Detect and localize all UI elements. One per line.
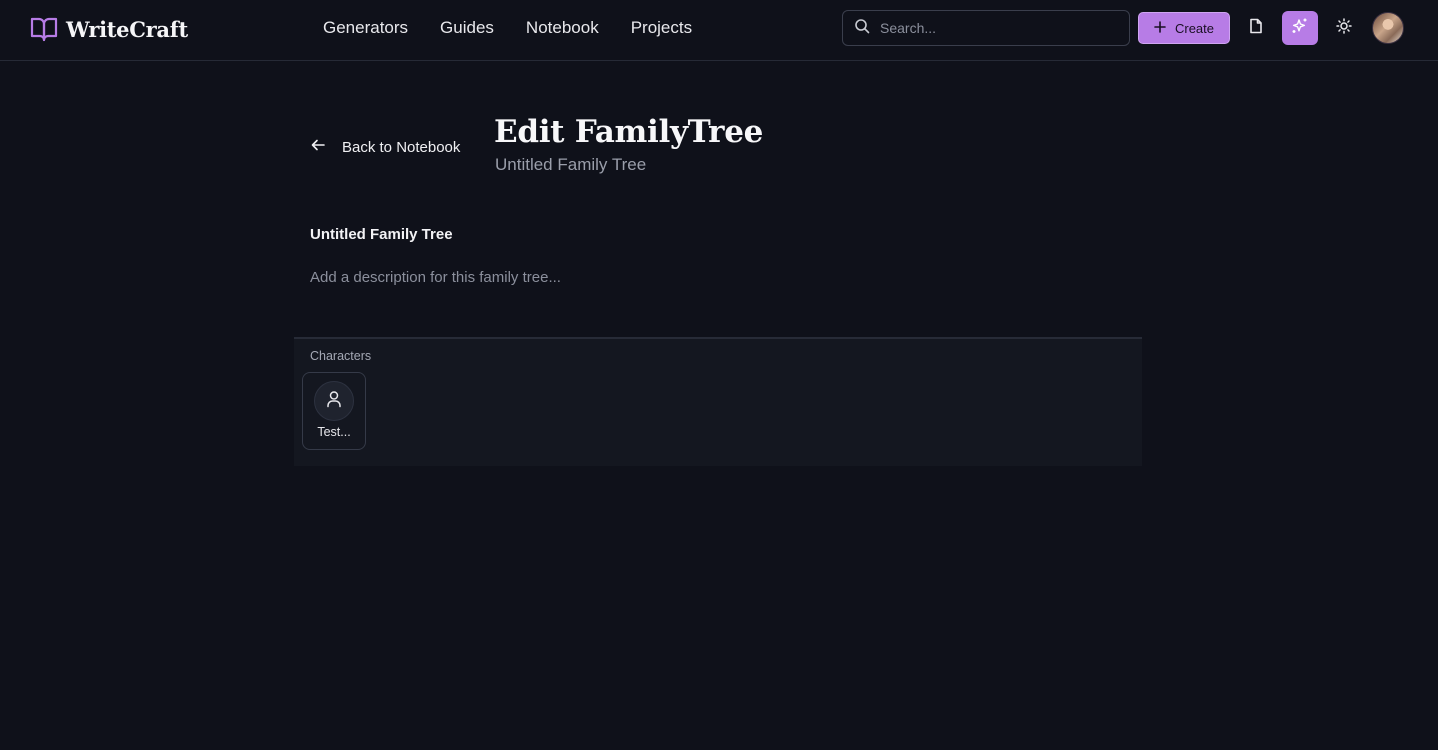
nav-notebook[interactable]: Notebook: [526, 17, 599, 39]
brand-name: WriteCraft: [66, 16, 188, 42]
file-icon: [1249, 18, 1263, 39]
create-button-label: Create: [1174, 20, 1215, 36]
back-to-notebook-link[interactable]: Back to Notebook: [310, 136, 460, 158]
characters-panel: Characters Test...: [294, 337, 1142, 466]
documents-button[interactable]: [1238, 11, 1274, 45]
nav-projects[interactable]: Projects: [631, 17, 692, 39]
search-icon: [854, 18, 870, 39]
character-name: Test...: [317, 425, 351, 439]
nav-generators[interactable]: Generators: [323, 17, 408, 39]
nav-guides[interactable]: Guides: [440, 17, 494, 39]
characters-label: Characters: [310, 349, 372, 363]
book-open-icon: [30, 16, 58, 42]
brand-logo[interactable]: WriteCraft: [30, 14, 188, 44]
search-box: [842, 10, 1130, 46]
arrow-left-icon: [310, 138, 326, 157]
family-tree-name[interactable]: Untitled Family Tree: [310, 226, 453, 243]
page-subtitle: Untitled Family Tree: [495, 155, 647, 174]
sparkles-icon: [1291, 17, 1309, 40]
sun-icon: [1336, 17, 1352, 39]
top-navigation-bar: WriteCraft Generators Guides Notebook Pr…: [0, 0, 1438, 61]
character-card[interactable]: Test...: [302, 372, 366, 450]
user-icon: [326, 390, 342, 413]
character-avatar: [314, 381, 354, 421]
user-avatar[interactable]: [1372, 12, 1404, 44]
theme-toggle-button[interactable]: [1326, 11, 1362, 45]
plus-icon: [1154, 20, 1166, 36]
create-button[interactable]: Create: [1138, 12, 1230, 44]
back-link-label: Back to Notebook: [342, 138, 461, 156]
main-nav: Generators Guides Notebook Projects: [323, 17, 692, 39]
ai-assistant-button[interactable]: [1282, 11, 1318, 45]
search-input[interactable]: [880, 20, 1110, 36]
page-title: Edit FamilyTree: [494, 114, 764, 150]
family-tree-description-input[interactable]: [310, 269, 910, 286]
